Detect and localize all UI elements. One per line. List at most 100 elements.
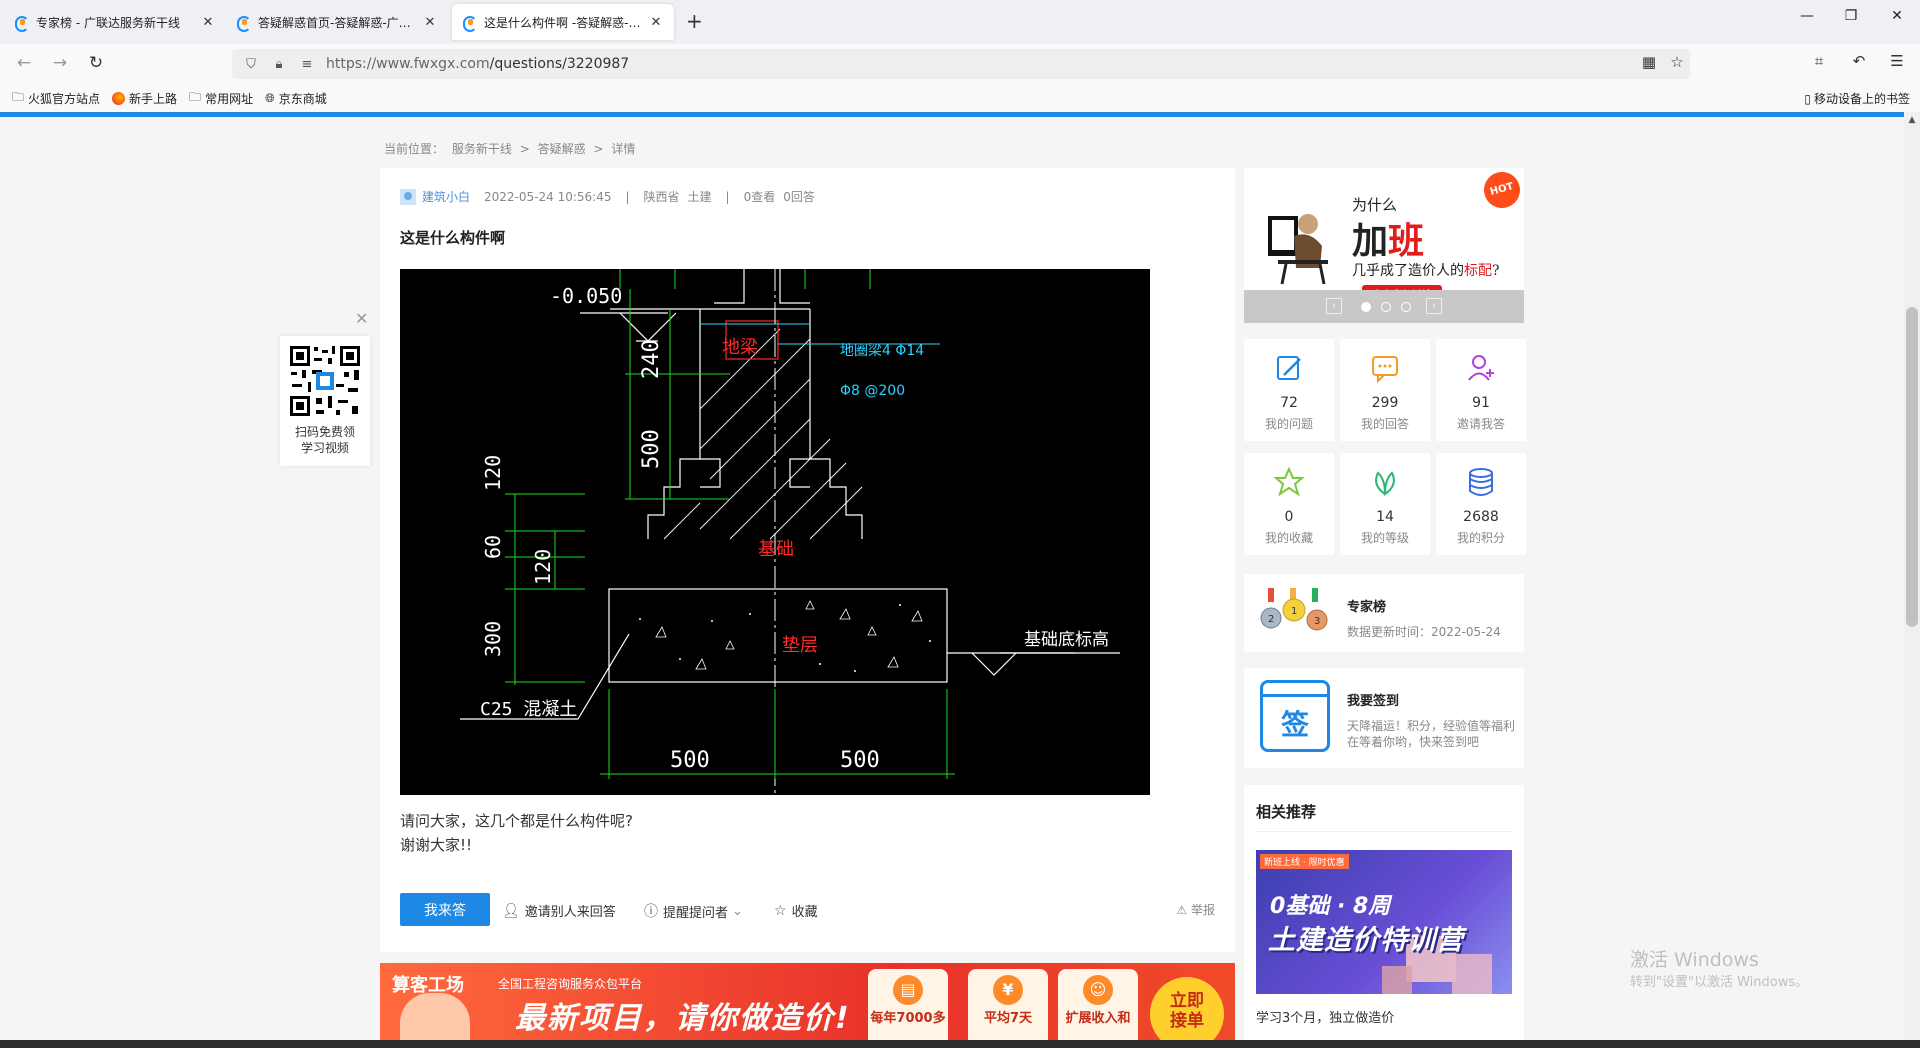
restore-button[interactable]: ❐	[1836, 8, 1866, 24]
taskbar	[0, 1040, 1920, 1048]
url-text[interactable]: https://www.fwxgx.com/questions/3220987	[326, 56, 629, 72]
question-drawing[interactable]: -0.050 240 500 120 60 120 300 500 500 C2…	[400, 269, 1150, 795]
course-caption[interactable]: 学习3个月，独立做造价	[1256, 1007, 1394, 1026]
tab-bar: 专家榜 - 广联达服务新干线 ✕ 答疑解惑首页-答疑解惑-广联达 ✕ 这是什么构…	[0, 0, 1920, 44]
bookmark-item[interactable]: 🗀 火狐官方站点	[12, 88, 100, 109]
permissions-icon[interactable]: ≡	[298, 57, 316, 72]
firefox-icon	[112, 91, 126, 105]
tab-title: 专家榜 - 广联达服务新干线	[36, 15, 180, 30]
forward-button[interactable]: →	[48, 53, 72, 73]
carousel-dot[interactable]	[1361, 302, 1371, 312]
qr-close-icon[interactable]: ✕	[355, 309, 368, 328]
divider	[1256, 831, 1512, 832]
breadcrumb-link[interactable]: 答疑解惑	[538, 142, 586, 156]
back-button[interactable]: ←	[12, 53, 36, 73]
breadcrumb-current: 详情	[611, 142, 636, 156]
answer-button[interactable]: 我来答	[400, 893, 490, 926]
elevation-label: -0.050	[550, 284, 622, 308]
bookmark-item[interactable]: 🌐︎ 京东商城	[265, 90, 327, 107]
bookmarks-bar: 🗀 火狐官方站点 新手上路 🗀 常用网址 🌐︎ 京东商城 ▯ 移动设备上的书签	[0, 84, 1920, 112]
tab-close-icon[interactable]: ✕	[200, 15, 216, 30]
browser-tab[interactable]: 专家榜 - 广联达服务新干线 ✕	[4, 4, 226, 40]
stat-my-answers[interactable]: 299 我的回答	[1340, 339, 1430, 441]
qr-code-icon[interactable]: ▦	[1638, 53, 1660, 71]
stat-invited[interactable]: 91 邀请我答	[1436, 339, 1526, 441]
mobile-icon: ▯	[1804, 91, 1811, 106]
banner-feature: ▤ 每年7000多	[868, 969, 948, 1047]
scrollbar[interactable]: ▲	[1904, 112, 1920, 1048]
lock-icon[interactable]: 🔒︎	[270, 57, 288, 72]
sign-in-card[interactable]: 签 我要签到 天降福运！积分，经验值等福利在等着你哟，快来签到吧	[1244, 668, 1524, 768]
banner-cta-button[interactable]: 立即 接单	[1150, 977, 1224, 1048]
base-label: 基础	[758, 539, 794, 560]
window-close-button[interactable]: ✕	[1882, 8, 1912, 24]
browser-tab-active[interactable]: 这是什么构件啊 -答疑解惑-广联 ✕	[452, 4, 674, 40]
mobile-bookmarks[interactable]: ▯ 移动设备上的书签	[1804, 90, 1910, 107]
minimize-button[interactable]: —	[1792, 8, 1822, 24]
bottom-elevation-label: 基础底标高	[1024, 630, 1109, 650]
report-button[interactable]: ⚠ 举报	[1176, 901, 1215, 918]
menu-icon[interactable]: ☰	[1886, 52, 1908, 70]
people-icon: ☺	[1083, 975, 1113, 1005]
expert-title: 专家榜	[1347, 600, 1387, 615]
stat-my-questions[interactable]: 72 我的问题	[1244, 339, 1334, 441]
new-tab-button[interactable]: +	[686, 9, 703, 33]
scroll-up-icon[interactable]: ▲	[1906, 115, 1918, 125]
stat-my-level[interactable]: 14 我的等级	[1340, 453, 1430, 555]
crop-icon[interactable]: ⌗	[1808, 52, 1830, 70]
reload-button[interactable]: ↻	[84, 53, 108, 73]
dim-label: 500	[670, 748, 710, 773]
author-name[interactable]: 建筑小白	[422, 188, 470, 205]
invite-answer-button[interactable]: 👤︎ 邀请别人来回答	[502, 901, 616, 921]
dim-label: 120	[531, 549, 555, 585]
tab-close-icon[interactable]: ✕	[422, 15, 438, 30]
stat-my-points[interactable]: 2688 我的积分	[1436, 453, 1526, 555]
expert-ranking-card[interactable]: 2 1 3 专家榜 数据更新时间：2022-05-24	[1244, 574, 1524, 652]
carousel-dot[interactable]	[1401, 302, 1411, 312]
coins-icon	[1469, 468, 1493, 496]
bookmark-item[interactable]: 🗀 常用网址	[189, 88, 253, 109]
folder-icon: 🗀	[12, 89, 25, 104]
recommendation-card: 相关推荐 新班上线 · 限时优惠 0基础 · 8周 土建造价特训营 学习3个月，…	[1244, 785, 1524, 1048]
browser-tab[interactable]: 答疑解惑首页-答疑解惑-广联达 ✕	[226, 4, 448, 40]
page-top-bar	[0, 112, 1904, 117]
qr-float[interactable]: 扫码免费领 学习视频	[280, 336, 370, 466]
concrete-label: C25 混凝土	[480, 699, 577, 720]
category: 土建	[687, 190, 712, 204]
tab-close-icon[interactable]: ✕	[648, 15, 664, 30]
svg-text:3: 3	[1314, 616, 1320, 627]
remind-asker-dropdown[interactable]: ⓘ 提醒提问者 ⌄	[644, 901, 743, 921]
bookmark-star-icon[interactable]: ☆	[1666, 53, 1688, 71]
cad-drawing: -0.050 240 500 120 60 120 300 500 500 C2…	[460, 269, 1120, 795]
undo-icon[interactable]: ↶	[1848, 52, 1870, 70]
office-worker-illustration	[1268, 214, 1328, 285]
dim-label: 120	[481, 455, 505, 491]
bookmark-item[interactable]: 新手上路	[112, 90, 177, 107]
collect-button[interactable]: ☆ 收藏	[774, 901, 818, 921]
stat-my-collection[interactable]: 0 我的收藏	[1244, 453, 1334, 555]
promo-banner[interactable]: 算客工场 全国工程咨询服务众包平台 最新项目，请你做造价! ▤ 每年7000多 ¥…	[380, 963, 1235, 1048]
course-headline: 0基础 · 8周	[1270, 894, 1391, 919]
info-icon: ⓘ	[644, 904, 658, 920]
carousel-dot[interactable]	[1381, 302, 1391, 312]
shield-icon[interactable]: ⛉	[242, 57, 260, 72]
post-time: 2022-05-24 10:56:45	[484, 189, 612, 204]
breadcrumb-link[interactable]: 服务新干线	[452, 142, 512, 156]
breadcrumb: 当前位置： 服务新干线 > 答疑解惑 > 详情	[384, 142, 636, 156]
course-name: 土建造价特训营	[1268, 925, 1464, 956]
banner-feature: ¥ 平均7天	[968, 969, 1048, 1047]
banner-feature: ☺ 扩展收入和	[1058, 969, 1138, 1047]
province: 陕西省	[643, 190, 680, 204]
sign-in-title: 我要签到	[1347, 694, 1400, 709]
carousel-prev-icon[interactable]: ‹	[1326, 298, 1342, 314]
address-bar[interactable]: ⛉ 🔒︎ ≡ https://www.fwxgx.com/questions/3…	[232, 49, 1690, 79]
course-thumbnail[interactable]: 新班上线 · 限时优惠 0基础 · 8周 土建造价特训营	[1256, 850, 1512, 994]
qr-caption: 扫码免费领 学习视频	[294, 425, 355, 455]
navigation-bar: ← → ↻ ⛉ 🔒︎ ≡ https://www.fwxgx.com/quest…	[0, 44, 1920, 84]
scroll-thumb[interactable]	[1906, 307, 1918, 627]
rebar-label: Φ8 @200	[840, 383, 905, 399]
avatar[interactable]	[400, 188, 416, 205]
calendar-sign-icon: 签	[1260, 680, 1330, 752]
overtime-ad-carousel[interactable]: 为什么 加班 几乎成了造价人的标配? 点击参与讨论 HOT ‹ ›	[1244, 168, 1524, 323]
carousel-next-icon[interactable]: ›	[1426, 298, 1442, 314]
